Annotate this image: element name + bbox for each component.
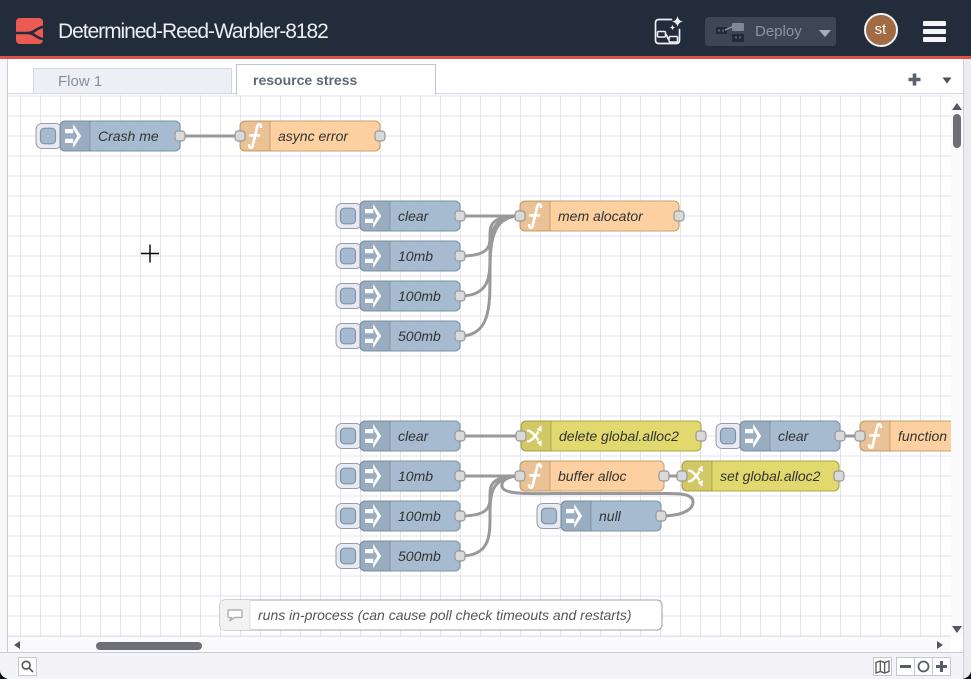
svg-text:100mb: 100mb xyxy=(398,288,441,304)
svg-text:Crash me: Crash me xyxy=(98,128,159,144)
svg-text:function: function xyxy=(898,428,947,444)
svg-text:500mb: 500mb xyxy=(398,548,441,564)
svg-text:100mb: 100mb xyxy=(398,508,441,524)
svg-text:10mb: 10mb xyxy=(398,468,433,484)
svg-text:clear: clear xyxy=(778,428,810,444)
svg-text:null: null xyxy=(599,508,622,524)
svg-text:10mb: 10mb xyxy=(398,248,433,264)
svg-text:runs in-process (can cause pol: runs in-process (can cause poll check ti… xyxy=(258,607,632,623)
svg-text:async error: async error xyxy=(278,128,349,144)
svg-text:clear: clear xyxy=(398,428,430,444)
svg-text:clear: clear xyxy=(398,208,430,224)
svg-text:mem alocator: mem alocator xyxy=(558,208,644,224)
svg-text:500mb: 500mb xyxy=(398,328,441,344)
svg-text:buffer alloc: buffer alloc xyxy=(558,468,626,484)
svg-text:delete global.alloc2: delete global.alloc2 xyxy=(559,428,679,444)
svg-text:set global.alloc2: set global.alloc2 xyxy=(720,468,821,484)
